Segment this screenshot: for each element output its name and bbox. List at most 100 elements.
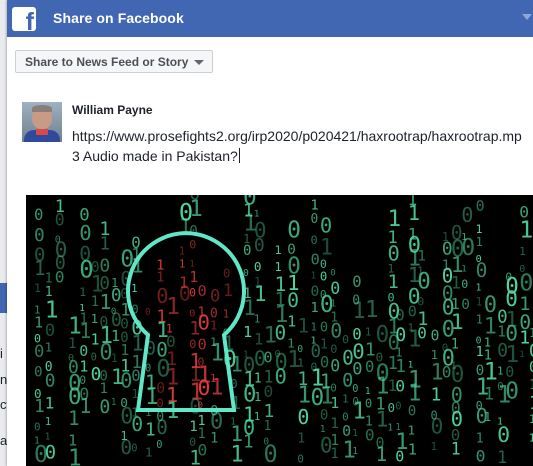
svg-text:0: 0 [497,423,510,448]
svg-text:0: 0 [352,383,358,395]
svg-text:1: 1 [461,264,466,274]
svg-text:0: 0 [408,302,417,320]
svg-text:1: 1 [230,442,243,466]
svg-text:1: 1 [376,407,389,432]
svg-text:0: 0 [476,197,485,215]
svg-text:1: 1 [34,257,46,280]
svg-text:1: 1 [34,314,43,332]
svg-text:0: 0 [131,366,140,385]
svg-text:0: 0 [264,440,278,466]
svg-text:1: 1 [210,375,223,401]
svg-text:1: 1 [45,415,52,428]
avatar [22,102,62,142]
svg-text:1: 1 [179,258,186,271]
dialog-header: f Share on Facebook [7,0,533,37]
svg-text:0: 0 [198,310,210,334]
svg-text:1: 1 [254,372,262,387]
svg-text:1: 1 [111,351,118,365]
text-cursor [238,148,240,163]
svg-text:0: 0 [297,344,303,355]
svg-text:0: 0 [320,408,329,424]
post-text-input[interactable]: https://www.prosefights2.org/irp2020/p02… [72,126,524,166]
svg-text:0: 0 [461,234,475,261]
svg-text:0: 0 [330,269,335,279]
svg-text:0: 0 [131,442,137,454]
svg-text:1: 1 [352,428,358,439]
svg-text:1: 1 [210,319,217,333]
svg-text:1: 1 [68,336,77,352]
svg-text:0: 0 [189,286,196,299]
chevron-down-icon[interactable] [522,14,532,20]
svg-text:0: 0 [55,210,65,229]
svg-text:0: 0 [45,371,56,392]
svg-text:0: 0 [287,217,301,243]
svg-text:1: 1 [99,381,108,397]
svg-text:0: 0 [417,269,431,295]
svg-text:0: 0 [461,203,473,227]
svg-text:0: 0 [156,439,162,451]
svg-text:1: 1 [376,443,388,466]
svg-text:1: 1 [408,201,420,225]
svg-text:0: 0 [297,405,309,429]
svg-text:1: 1 [451,337,459,353]
svg-text:1: 1 [91,332,100,349]
svg-text:1: 1 [529,392,533,414]
svg-text:1: 1 [451,439,461,458]
svg-text:0: 0 [198,282,207,300]
svg-text:0: 0 [79,221,91,245]
svg-text:1: 1 [254,389,262,404]
svg-text:0: 0 [198,336,207,354]
svg-text:0: 0 [330,342,337,356]
svg-text:0: 0 [223,266,231,281]
svg-text:1: 1 [529,377,533,393]
svg-text:1: 1 [330,394,339,412]
svg-text:1: 1 [529,432,533,444]
svg-text:0: 0 [287,289,299,312]
svg-text:0: 0 [320,354,329,372]
svg-text:0: 0 [352,359,362,379]
svg-text:0: 0 [417,324,427,343]
svg-text:0: 0 [254,235,265,256]
svg-text:1: 1 [519,350,524,360]
svg-text:0: 0 [365,426,375,445]
svg-text:1: 1 [476,345,484,360]
link-preview-image[interactable]: 0001111000010101110100111010000011000011… [26,195,533,466]
svg-text:1: 1 [311,300,319,316]
svg-text:0: 0 [417,294,424,308]
svg-text:0: 0 [34,365,43,381]
svg-text:1: 1 [330,446,339,462]
user-name: William Payne [72,103,153,117]
svg-text:1: 1 [254,281,267,306]
keyhole-binary-matrix-image: 0001111000010101110100111010000011000011… [34,195,533,466]
svg-text:1: 1 [408,423,415,437]
svg-text:0: 0 [156,380,165,397]
svg-text:0: 0 [264,348,273,366]
svg-text:1: 1 [179,245,185,257]
svg-text:1: 1 [68,407,80,430]
svg-text:1: 1 [476,312,483,326]
svg-text:1: 1 [352,446,358,457]
svg-text:1: 1 [497,447,507,466]
svg-text:1: 1 [476,295,483,308]
svg-text:1: 1 [111,397,117,408]
svg-text:1: 1 [529,412,533,426]
svg-text:1: 1 [476,431,484,447]
share-destination-select[interactable]: Share to News Feed or Story [15,50,213,73]
svg-text:1: 1 [264,419,272,434]
svg-text:1: 1 [529,325,533,340]
svg-text:0: 0 [311,212,319,227]
svg-text:0: 0 [330,382,337,395]
svg-text:1: 1 [145,421,156,441]
svg-text:0: 0 [243,243,252,259]
svg-text:1: 1 [99,234,110,255]
svg-text:1: 1 [45,341,52,355]
svg-text:0: 0 [275,364,287,388]
svg-text:0: 0 [461,277,468,291]
svg-text:0: 0 [388,400,396,415]
svg-text:1: 1 [342,393,349,406]
svg-text:1: 1 [431,440,438,453]
svg-text:0: 0 [131,413,143,436]
svg-text:1: 1 [388,422,394,433]
svg-text:0: 0 [275,322,287,345]
svg-text:1: 1 [408,441,417,459]
